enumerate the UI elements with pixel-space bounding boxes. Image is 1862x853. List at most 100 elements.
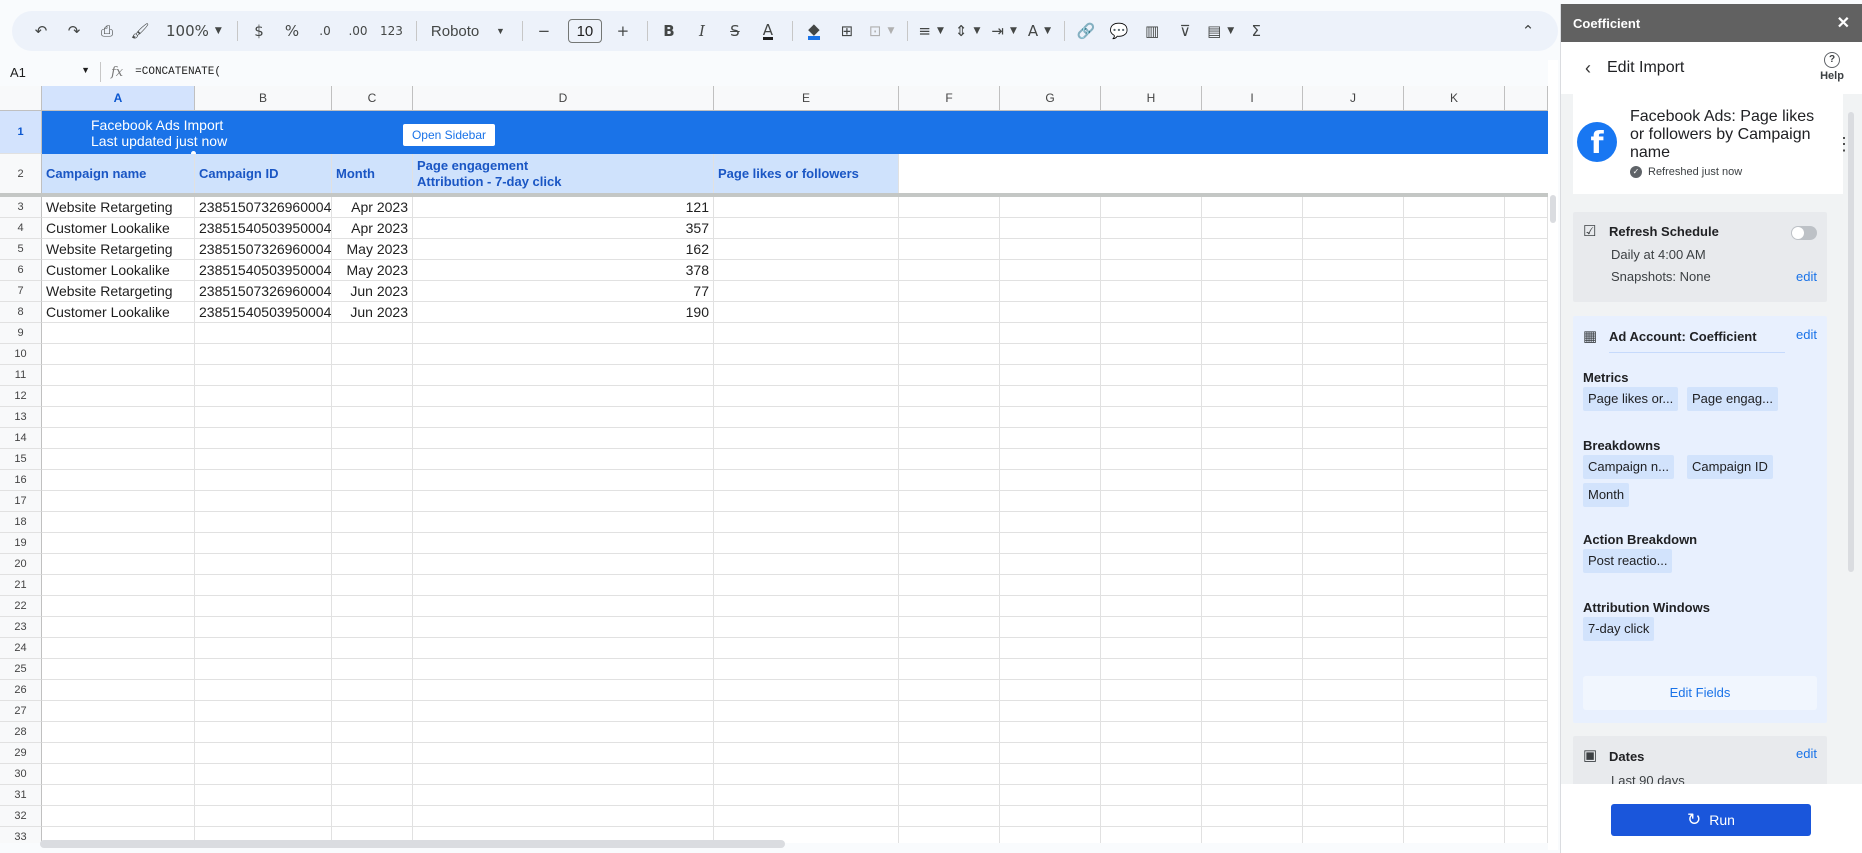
empty-cell[interactable] [413, 764, 714, 785]
empty-cell[interactable] [413, 428, 714, 449]
empty-cell[interactable] [332, 764, 413, 785]
empty-cell[interactable] [1303, 323, 1404, 344]
empty-cell[interactable] [1202, 680, 1303, 701]
empty-cell[interactable] [899, 575, 1000, 596]
fill-color-button[interactable]: ◆ [799, 16, 829, 46]
empty-cell[interactable] [1303, 680, 1404, 701]
empty-cell[interactable] [1202, 827, 1303, 843]
empty-cell[interactable] [714, 701, 899, 722]
empty-cell[interactable] [1202, 449, 1303, 470]
empty-cell[interactable] [1404, 323, 1505, 344]
empty-cell[interactable] [899, 701, 1000, 722]
empty-cell[interactable] [332, 386, 413, 407]
empty-cell[interactable] [1404, 365, 1505, 386]
empty-cell[interactable] [332, 617, 413, 638]
row-header[interactable]: 28 [0, 722, 42, 743]
empty-cell[interactable] [332, 596, 413, 617]
empty-cell[interactable] [1505, 428, 1548, 449]
empty-cell[interactable] [1101, 575, 1202, 596]
empty-cell[interactable] [332, 722, 413, 743]
empty-cell[interactable] [413, 365, 714, 386]
row-header[interactable]: 18 [0, 512, 42, 533]
row-header[interactable]: 21 [0, 575, 42, 596]
empty-cell[interactable] [714, 344, 899, 365]
empty-cell[interactable] [1404, 428, 1505, 449]
empty-cell[interactable] [1000, 386, 1101, 407]
empty-cell[interactable] [1101, 764, 1202, 785]
empty-cell[interactable] [1101, 470, 1202, 491]
empty-cell[interactable] [899, 344, 1000, 365]
empty-cell[interactable] [195, 806, 332, 827]
empty-cell[interactable] [1000, 680, 1101, 701]
empty-cell[interactable] [1303, 743, 1404, 764]
empty-cell[interactable] [899, 281, 1000, 302]
table-cell[interactable]: 190 [413, 302, 714, 323]
column-header-j[interactable]: J [1303, 86, 1404, 111]
empty-cell[interactable] [1505, 617, 1548, 638]
empty-cell[interactable] [332, 701, 413, 722]
empty-cell[interactable] [332, 575, 413, 596]
empty-cell[interactable] [1000, 554, 1101, 575]
empty-cell[interactable] [1505, 239, 1548, 260]
empty-cell[interactable] [714, 743, 899, 764]
header-cell-month[interactable]: Month [332, 154, 413, 194]
row-header[interactable]: 13 [0, 407, 42, 428]
empty-cell[interactable] [42, 344, 195, 365]
row-header[interactable]: 2 [0, 154, 42, 194]
empty-cell[interactable] [1505, 575, 1548, 596]
empty-cell[interactable] [195, 428, 332, 449]
empty-cell[interactable] [1202, 617, 1303, 638]
bold-button[interactable]: B [654, 16, 684, 46]
edit-dates-link[interactable]: edit [1796, 746, 1817, 761]
empty-cell[interactable] [1202, 512, 1303, 533]
empty-cell[interactable] [1101, 680, 1202, 701]
empty-cell[interactable] [1000, 470, 1101, 491]
empty-cell[interactable] [1303, 533, 1404, 554]
empty-cell[interactable] [413, 386, 714, 407]
empty-cell[interactable] [332, 743, 413, 764]
empty-cell[interactable] [1303, 365, 1404, 386]
empty-cell[interactable] [1505, 344, 1548, 365]
empty-cell[interactable] [42, 533, 195, 554]
help-button[interactable]: ? Help [1814, 52, 1850, 82]
empty-cell[interactable] [1202, 386, 1303, 407]
empty-cell[interactable] [195, 449, 332, 470]
chart-icon[interactable]: ▥ [1137, 16, 1167, 46]
column-header-k[interactable]: K [1404, 86, 1505, 111]
name-box[interactable]: A1 ▼ [0, 65, 100, 80]
empty-cell[interactable] [1000, 323, 1101, 344]
table-cell[interactable]: 121 [413, 197, 714, 218]
empty-cell[interactable] [1202, 659, 1303, 680]
empty-cell[interactable] [899, 533, 1000, 554]
formula-input[interactable]: =CONCATENATE( [135, 66, 221, 78]
empty-cell[interactable] [413, 659, 714, 680]
empty-cell[interactable] [1000, 428, 1101, 449]
empty-cell[interactable] [195, 491, 332, 512]
table-cell[interactable]: Apr 2023 [332, 197, 413, 218]
table-cell[interactable]: Jun 2023 [332, 281, 413, 302]
empty-cell[interactable] [195, 533, 332, 554]
vertical-scrollbar[interactable] [1548, 60, 1558, 850]
empty-cell[interactable] [1404, 470, 1505, 491]
empty-cell[interactable] [42, 596, 195, 617]
row-header[interactable]: 9 [0, 323, 42, 344]
strikethrough-button[interactable]: S [720, 16, 750, 46]
empty-cell[interactable] [1202, 575, 1303, 596]
empty-cell[interactable] [42, 407, 195, 428]
table-cell[interactable]: Website Retargeting [42, 281, 195, 302]
empty-cell[interactable] [195, 365, 332, 386]
empty-cell[interactable] [1000, 764, 1101, 785]
empty-cell[interactable] [1505, 638, 1548, 659]
empty-cell[interactable] [1505, 785, 1548, 806]
link-icon[interactable]: 🔗 [1071, 16, 1101, 46]
text-rotation-icon[interactable]: A ▼ [1024, 16, 1055, 46]
number-format-button[interactable]: 123 [376, 16, 407, 46]
empty-cell[interactable] [1202, 260, 1303, 281]
empty-cell[interactable] [1101, 596, 1202, 617]
empty-cell[interactable] [42, 365, 195, 386]
empty-cell[interactable] [1303, 428, 1404, 449]
empty-cell[interactable] [1101, 344, 1202, 365]
empty-cell[interactable] [899, 197, 1000, 218]
table-cell[interactable]: 23851507326960004 [195, 197, 332, 218]
italic-button[interactable]: I [687, 16, 717, 46]
